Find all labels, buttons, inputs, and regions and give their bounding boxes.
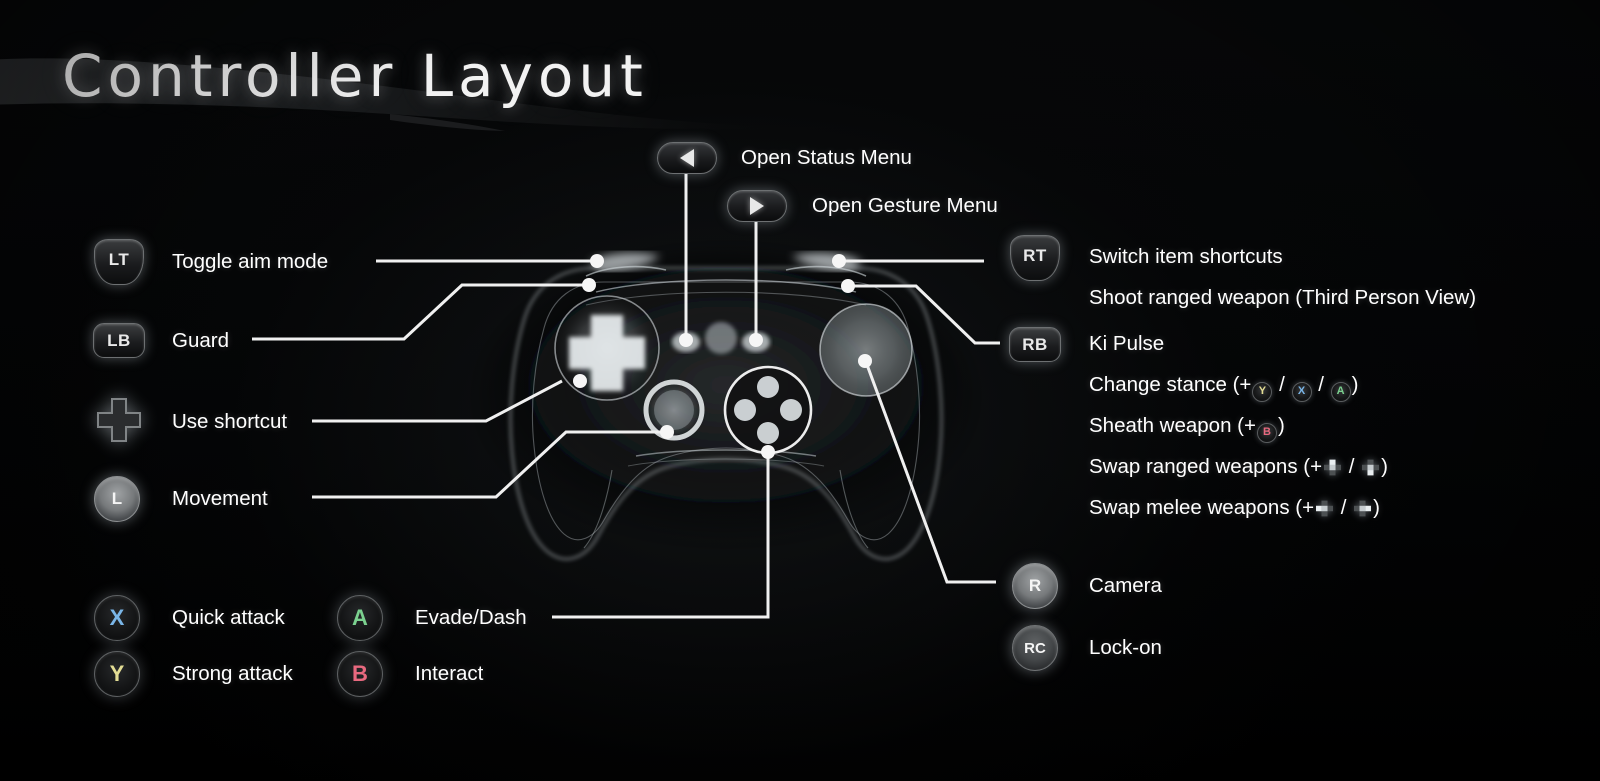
inline-button-y[interactable]: Y [1252, 381, 1273, 402]
x-label: X [109, 605, 125, 630]
label-lock-on: Lock-on [1089, 636, 1162, 659]
label-movement: Movement [172, 487, 268, 510]
label-swap-ranged-weapons: Swap ranged weapons (+ / ) [1089, 455, 1388, 478]
controller-body-group [476, 250, 976, 560]
l-label: L [111, 489, 123, 508]
dpad-down-icon [1362, 459, 1380, 476]
line-prefix: Change stance (+ [1089, 373, 1252, 396]
glyph-separator: / [1343, 455, 1361, 478]
label-swap-melee-weapons: Swap melee weapons (+ / ) [1089, 496, 1380, 519]
line-suffix: ) [1373, 496, 1380, 519]
glyph-separator: / [1273, 373, 1291, 396]
label-open-status-menu: Open Status Menu [741, 146, 912, 169]
triangle-left-icon [680, 149, 694, 167]
start-button[interactable] [727, 190, 787, 222]
lb-label: LB [107, 330, 131, 350]
page-title: Controller Layout [62, 42, 648, 110]
line-prefix: Swap melee weapons (+ [1089, 496, 1315, 519]
lt-trigger-button[interactable]: LT [94, 239, 144, 285]
left-stick-button[interactable]: L [94, 476, 140, 522]
controller-layout-screen: Controller Layout Open Status Menu Open … [0, 0, 1600, 781]
line-suffix: ) [1351, 373, 1359, 396]
dpad-icon[interactable] [95, 396, 143, 444]
dpad-left-icon [1316, 500, 1334, 517]
x-button[interactable]: X [94, 595, 140, 641]
label-switch-item-shortcuts: Switch item shortcuts [1089, 245, 1283, 268]
line-suffix: ) [1381, 455, 1388, 478]
lb-bumper-button[interactable]: LB [93, 323, 145, 358]
glyph-separator: / [1335, 496, 1353, 519]
line-prefix: Sheath weapon (+ [1089, 414, 1256, 437]
back-button[interactable] [657, 142, 717, 174]
inline-button-b[interactable]: B [1256, 422, 1277, 443]
label-guard: Guard [172, 329, 229, 352]
rt-label: RT [1023, 245, 1047, 265]
dpad-up-icon [1324, 459, 1342, 476]
a-label: A [352, 605, 368, 630]
label-change-stance: Change stance (+ Y / X / A) [1089, 373, 1359, 402]
y-label: Y [109, 661, 125, 686]
inline-button-a[interactable]: A [1330, 381, 1351, 402]
a-button[interactable]: A [337, 595, 383, 641]
triangle-right-icon [750, 197, 764, 215]
label-toggle-aim-mode: Toggle aim mode [172, 250, 329, 273]
label-interact: Interact [415, 662, 484, 685]
r-label: R [1028, 576, 1042, 595]
rb-bumper-button[interactable]: RB [1009, 327, 1061, 362]
rc-label: RC [1024, 639, 1046, 657]
label-quick-attack: Quick attack [172, 606, 285, 629]
rt-trigger-button[interactable]: RT [1010, 235, 1060, 281]
b-button[interactable]: B [337, 651, 383, 697]
right-stick-button[interactable]: R [1012, 563, 1058, 609]
line-prefix: Swap ranged weapons (+ [1089, 455, 1323, 478]
right-stick-click-button[interactable]: RC [1012, 625, 1058, 671]
label-ki-pulse: Ki Pulse [1089, 332, 1165, 355]
label-evade-dash: Evade/Dash [415, 606, 527, 629]
rb-label: RB [1022, 334, 1048, 354]
dpad-right-icon [1354, 500, 1372, 517]
label-strong-attack: Strong attack [172, 662, 293, 685]
label-camera: Camera [1089, 574, 1162, 597]
lt-label: LT [108, 249, 130, 269]
label-shoot-ranged-weapon: Shoot ranged weapon (Third Person View) [1089, 286, 1477, 309]
label-sheath-weapon: Sheath weapon (+ B) [1089, 414, 1285, 443]
b-label: B [352, 661, 368, 686]
line-suffix: ) [1277, 414, 1285, 437]
leader-lines-group [252, 172, 1000, 619]
glyph-separator: / [1312, 373, 1330, 396]
label-open-gesture-menu: Open Gesture Menu [812, 194, 998, 217]
label-use-shortcut: Use shortcut [172, 410, 288, 433]
y-button[interactable]: Y [94, 651, 140, 697]
inline-button-x[interactable]: X [1291, 381, 1312, 402]
